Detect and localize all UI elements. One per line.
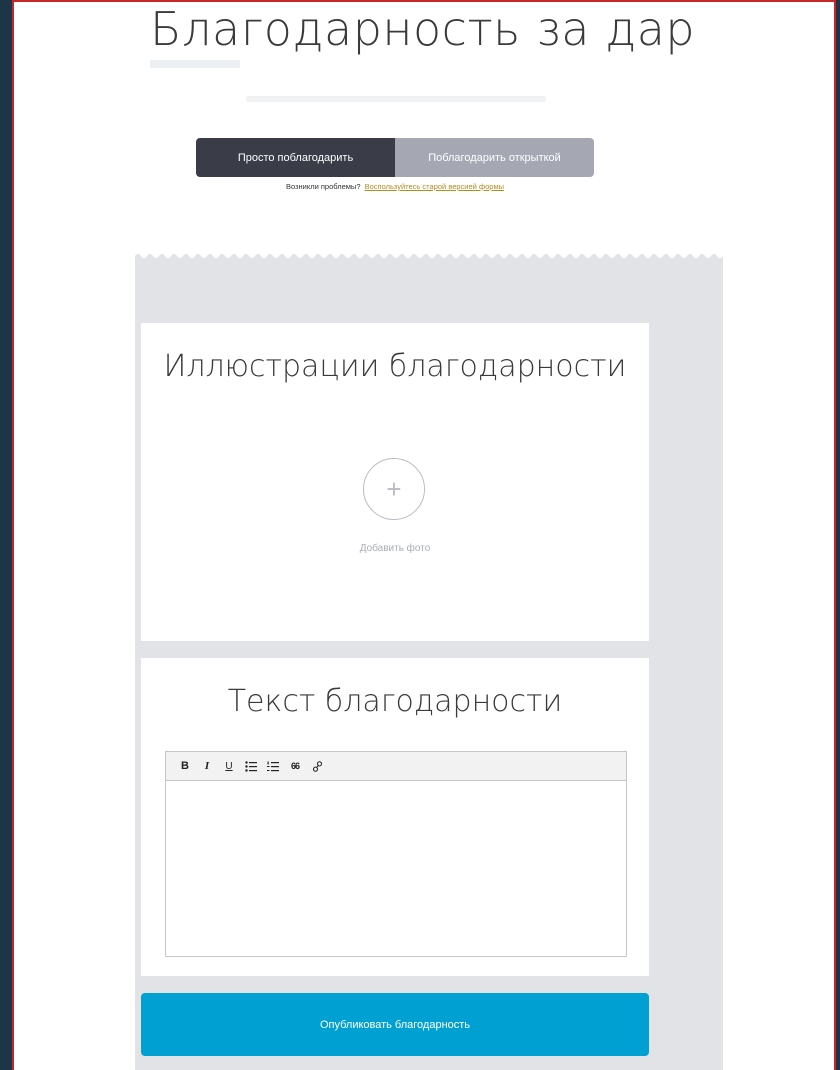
bold-icon[interactable]: B [174,755,196,777]
thanks-text-input[interactable] [166,781,626,956]
italic-icon[interactable]: I [196,755,218,777]
tab-simple-thanks[interactable]: Просто поблагодарить [196,138,395,177]
publish-button[interactable]: Опубликовать благодарность [141,993,649,1056]
text-heading: Текст благодарности [227,684,563,719]
illustrations-card: Иллюстрации благодарности + Добавить фот… [141,323,649,641]
tab-postcard-thanks[interactable]: Поблагодарить открыткой [395,138,594,177]
quote-icon[interactable]: 66 [284,755,306,777]
add-photo-button[interactable]: + [363,458,425,520]
torn-edge [135,254,723,260]
form-panel: Иллюстрации благодарности + Добавить фот… [135,254,723,1070]
add-photo-label: Добавить фото [359,543,431,554]
bullet-list-icon[interactable] [240,755,262,777]
illustrations-heading: Иллюстрации благодарности [163,349,627,384]
tab-switch: Просто поблагодарить Поблагодарить откры… [196,138,594,177]
problems-question: Возникли проблемы? [285,182,361,191]
subtitle-placeholder [246,96,546,102]
text-card: Текст благодарности B I U 66 [141,658,649,976]
subtitle-placeholder [150,60,240,68]
link-icon[interactable] [306,755,328,777]
numbered-list-icon[interactable] [262,755,284,777]
editor-toolbar: B I U 66 [166,752,626,781]
window-frame-right [834,0,840,1070]
window-frame-left [0,0,14,1070]
page-title: Благодарность за дар [150,2,696,56]
underline-icon[interactable]: U [218,755,240,777]
rich-text-editor: B I U 66 [165,751,627,957]
problems-notice: Возникли проблемы? Воспользуйтесь старой… [0,182,790,191]
plus-icon: + [386,474,402,504]
old-form-link[interactable]: Воспользуйтесь старой версией формы [365,182,504,191]
